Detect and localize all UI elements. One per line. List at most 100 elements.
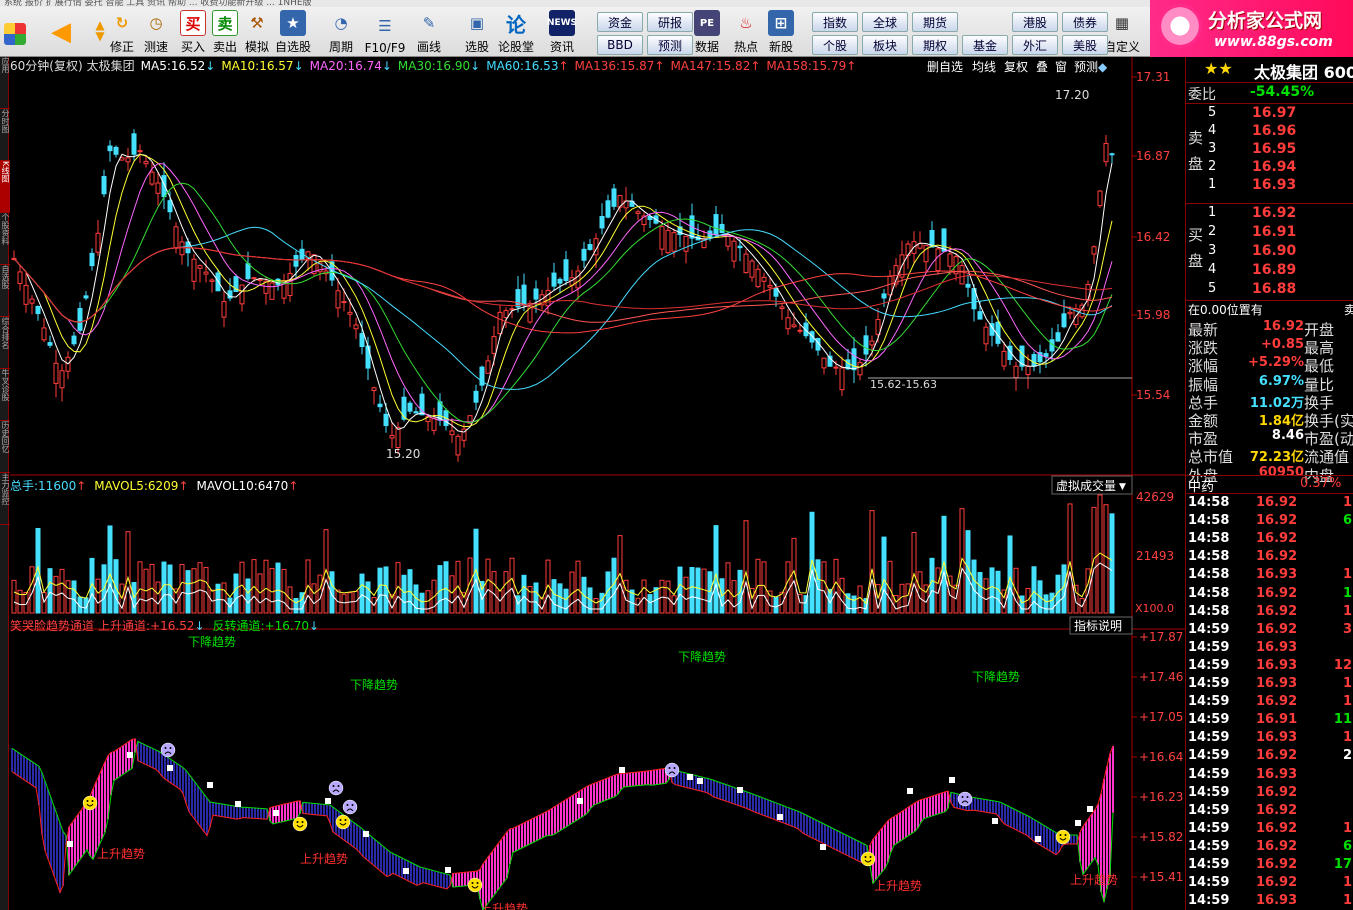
toolbar-button-news[interactable]: NEWS 资讯 (542, 9, 582, 55)
trade-tick-row: 14:59 16.93 1 (1186, 893, 1353, 910)
toolbar-button-screen[interactable]: ▣ 选股 (457, 9, 497, 55)
candle-body (359, 333, 365, 347)
quick-bbd-button[interactable]: BBD (597, 35, 643, 55)
candle-body (965, 283, 971, 288)
volume-dropdown-label[interactable]: 虚拟成交量 (1056, 478, 1116, 493)
volume-bar (323, 529, 329, 614)
candle-body (47, 342, 53, 346)
ma-label: MA20: (310, 59, 348, 73)
chart-option-button-0[interactable]: 删自选 (927, 60, 963, 74)
total-vol-label: 总手: (10, 479, 38, 493)
toolbar-button-label: F10/F9 (364, 41, 406, 55)
ma-label: MA158: (766, 59, 812, 73)
quick-zhaiquan-button[interactable]: 债券 (1062, 12, 1108, 32)
price-tick-label: 16.87 (1136, 149, 1170, 163)
volume-bar (785, 561, 791, 614)
grid-view-button[interactable] (4, 9, 26, 55)
divider (1186, 82, 1353, 83)
chevron-down-icon[interactable]: ▼ (1119, 482, 1126, 492)
toolbar-button-pencil[interactable]: ✎ 画线 (409, 9, 449, 55)
ind-tick-label: +15.41 (1139, 870, 1183, 884)
signal-marker (907, 788, 913, 794)
uptrend-label: 上升趋势 (1070, 873, 1118, 887)
indicator-help-label[interactable]: 指标说明 (1074, 618, 1122, 633)
quick-qihuo-button[interactable]: 期货 (912, 12, 958, 32)
quick-qiquan-button[interactable]: 期权 (912, 35, 958, 55)
candle-body (521, 284, 527, 306)
tick-price: 16.92 (1256, 748, 1298, 764)
candle-body (353, 324, 359, 330)
toolbar-button-timer[interactable]: ◷ 测速 (136, 9, 176, 55)
candle-body (983, 326, 989, 345)
quick-bankuai-button[interactable]: 板块 (862, 35, 908, 55)
volume-bar (221, 582, 227, 614)
back-button[interactable]: ◀ (48, 9, 74, 55)
candle-body (221, 301, 227, 318)
sector-row: 中药 0.37% (1186, 476, 1353, 495)
chart-option-button-3[interactable]: 叠 (1036, 60, 1048, 74)
candle-body (155, 182, 161, 194)
volume-bar (293, 598, 299, 614)
stat-value: 6.97% (1258, 373, 1304, 389)
volume-bar (383, 566, 389, 614)
toolbar-button-forum[interactable]: 论论股堂 (496, 9, 536, 55)
trade-tick-row: 14:59 16.91 11 (1186, 712, 1353, 730)
logo-title: 分析家公式网 (1208, 10, 1323, 32)
tick-volume: 12 (1333, 657, 1352, 673)
quick-ganggu-button[interactable]: 港股 (1012, 12, 1058, 32)
chart-option-button-4[interactable]: 窗 (1055, 60, 1067, 74)
face-eye (296, 821, 299, 823)
candle-body (587, 244, 593, 250)
candle-body (173, 226, 179, 249)
toolbar-button-pe[interactable]: PE 数据 (687, 9, 727, 55)
chart-option-button-1[interactable]: 均线 (972, 60, 996, 74)
toolbar-button-star[interactable]: ★ 自选股 (273, 9, 313, 55)
smiley-face-icon (467, 877, 483, 893)
toolbar-button-cycle[interactable]: ◔ 周期 (321, 9, 361, 55)
toolbar-button-hot[interactable]: ♨ 热点 (726, 9, 766, 55)
quick-gegu-button[interactable]: 个股 (812, 35, 858, 55)
forum-icon: 论 (506, 12, 526, 37)
tick-price: 16.91 (1256, 712, 1298, 728)
trade-tick-row: 14:59 16.92 3 (1186, 622, 1353, 640)
collapse-icon[interactable]: ◆ (1098, 60, 1108, 74)
trade-tick-row: 14:58 16.92 (1186, 531, 1353, 549)
toolbar-button-custom[interactable]: ▦ 自定义 (1102, 9, 1142, 55)
candle-body (581, 248, 587, 261)
up-channel-label: 上升通道: (98, 619, 150, 633)
volume-bar (977, 571, 983, 614)
quick-meigu-button[interactable]: 美股 (1062, 35, 1108, 55)
price-tick-label: 17.31 (1136, 70, 1170, 84)
quick-yuce-button[interactable]: 预测 (647, 35, 693, 55)
bid-row: 3 16.90 (1186, 243, 1353, 261)
toolbar-button-ipo[interactable]: ⊞ 新股 (761, 9, 801, 55)
ma-arrow: ↑ (654, 59, 664, 73)
chart-option-button-2[interactable]: 复权 (1004, 60, 1028, 74)
buy-icon: 买 (180, 10, 206, 36)
reverse-channel-value: +16.70 (265, 619, 309, 633)
vol-tick: 21493 (1136, 549, 1174, 563)
face-eye (164, 747, 167, 749)
quick-zhishu-button[interactable]: 指数 (812, 12, 858, 32)
bid-price: 16.91 (1252, 224, 1297, 240)
tick-price: 16.92 (1256, 784, 1298, 800)
ask-price: 16.95 (1252, 141, 1297, 157)
side-stock-name: 太极集团 600129 (1254, 63, 1353, 82)
quick-waihui-button[interactable]: 外汇 (1012, 35, 1058, 55)
candle-body (95, 232, 101, 253)
candle-body (683, 235, 689, 252)
toolbar-button-label: 选股 (464, 40, 489, 54)
toolbar-button-gavel[interactable]: ⚒ 模拟 (237, 9, 277, 55)
chart-area[interactable]: 17.31 16.87 16.42 15.98 15.54 60分钟(复权) 太极集团 MA5… (10, 57, 1185, 910)
candle-body (89, 252, 95, 267)
stock-name: 太极集团 (87, 58, 135, 73)
volume-bar (857, 585, 863, 614)
quick-quanqiu-button[interactable]: 全球 (862, 12, 908, 32)
toolbar-button-f10[interactable]: ☰ F10/F9 (361, 9, 409, 55)
quick-jijin-button[interactable]: 基金 (962, 35, 1008, 55)
quick-zijin-button[interactable]: 资金 (597, 12, 643, 32)
face-eye (346, 804, 349, 806)
quick-yanbao-button[interactable]: 研报 (647, 12, 693, 32)
stat-row: 总手 11.02万 换手 (1186, 392, 1353, 412)
chart-option-button-5[interactable]: 预测 (1074, 60, 1098, 74)
